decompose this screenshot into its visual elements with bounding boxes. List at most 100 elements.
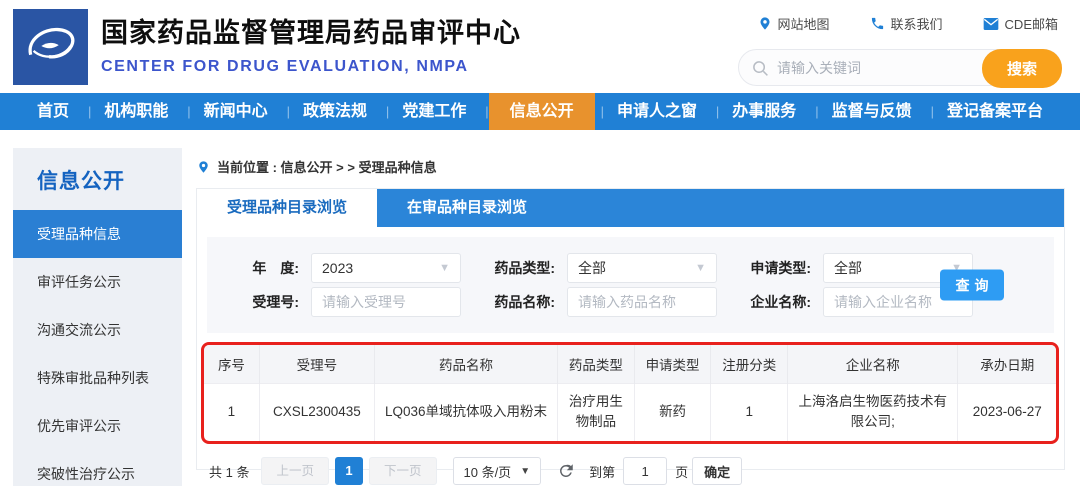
sidebar-item-special-approval-list[interactable]: 特殊审批品种列表	[13, 354, 182, 402]
refresh-icon	[560, 464, 573, 477]
goto-confirm-button[interactable]: 确定	[692, 457, 743, 485]
filter-panel: 年 度: 2023 ▼ 药品类型: 全部 ▼ 申请类型: 全部 ▼ 受理号: 请…	[207, 237, 1054, 333]
filter-application-type: 申请类型: 全部 ▼	[731, 253, 973, 283]
nav-label[interactable]: 政策法规	[290, 93, 380, 130]
nav-label[interactable]: 党建工作	[389, 93, 479, 130]
table-header-cell: 注册分类	[710, 345, 789, 383]
goto-page-input[interactable]	[623, 457, 668, 485]
search-input[interactable]	[777, 50, 972, 85]
chevron-down-icon: ▼	[439, 262, 450, 274]
nav-label[interactable]: 办事服务	[719, 93, 809, 130]
mailbox-link-label: CDE邮箱	[1004, 17, 1058, 32]
nav-item-home[interactable]: 首页	[24, 93, 82, 130]
nav-item-supervision-feedback[interactable]: 监督与反馈	[815, 93, 924, 130]
sidebar-item-communication[interactable]: 沟通交流公示	[13, 306, 182, 354]
filter-year: 年 度: 2023 ▼	[219, 253, 461, 283]
page-number-button[interactable]: 1	[334, 457, 363, 485]
acceptance-no-input[interactable]	[312, 288, 460, 316]
company-name-label: 企业名称:	[750, 294, 811, 310]
nav-item-services[interactable]: 办事服务	[716, 93, 809, 130]
drug-type-select-value: 全部	[578, 260, 606, 276]
year-label: 年 度:	[252, 260, 299, 276]
results-table: 序号 受理号 药品名称 药品类型 申请类型 注册分类 企业名称 承办日期 1 C…	[204, 345, 1056, 441]
nav-label[interactable]: 新闻中心	[191, 93, 281, 130]
cell-company: 上海洛启生物医药技术有限公司;	[787, 382, 959, 441]
drug-name-label: 药品名称:	[494, 294, 555, 310]
nav-label[interactable]: 首页	[24, 93, 82, 130]
envelope-icon	[983, 17, 998, 30]
breadcrumb: 当前位置 : 信息公开 > > 受理品种信息	[197, 157, 437, 176]
table-header-cell: 承办日期	[957, 345, 1056, 383]
filter-row-1: 年 度: 2023 ▼ 药品类型: 全部 ▼ 申请类型: 全部 ▼	[219, 253, 1054, 283]
table-header-cell: 药品名称	[374, 345, 559, 383]
sitemap-link-label: 网站地图	[777, 17, 830, 32]
cell-seq: 1	[204, 382, 260, 441]
drug-name-box	[567, 287, 717, 317]
drug-name-input[interactable]	[568, 288, 716, 316]
cell-date: 2023-06-27	[957, 382, 1056, 441]
search-icon	[753, 61, 768, 76]
content-panel: 受理品种目录浏览 在审品种目录浏览 年 度: 2023 ▼ 药品类型: 全部 ▼	[196, 188, 1065, 485]
location-pin-icon	[759, 17, 770, 30]
site-search: 搜索	[738, 49, 1062, 88]
breadcrumb-text: 当前位置 : 信息公开 > > 受理品种信息	[217, 160, 437, 175]
drug-type-label: 药品类型:	[494, 260, 555, 276]
site-subtitle: CENTER FOR DRUG EVALUATION, NMPA	[101, 58, 469, 75]
sidebar-item-accepted-varieties[interactable]: 受理品种信息	[13, 210, 182, 258]
cell-drug-type: 治疗用生物制品	[557, 382, 635, 441]
drug-type-select[interactable]: 全部 ▼	[567, 253, 717, 283]
table-header-cell: 受理号	[259, 345, 375, 383]
next-page-button[interactable]: 下一页	[368, 457, 437, 485]
results-table-highlight: 序号 受理号 药品名称 药品类型 申请类型 注册分类 企业名称 承办日期 1 C…	[201, 342, 1059, 444]
chevron-down-icon: ▼	[695, 262, 706, 274]
year-select-value: 2023	[322, 260, 354, 276]
cell-drug-name: LQ036单域抗体吸入用粉末	[374, 382, 559, 441]
filter-drug-type: 药品类型: 全部 ▼	[475, 253, 717, 283]
page-size-select[interactable]: 10 条/页 ▼	[452, 457, 542, 485]
nav-item-applicant-window[interactable]: 申请人之窗	[601, 93, 710, 130]
cell-acceptance-no: CXSL2300435	[259, 382, 375, 441]
quick-links: 网站地图 联系我们 CDE邮箱	[758, 14, 1058, 33]
tab-under-review-catalog[interactable]: 在审品种目录浏览	[377, 189, 557, 227]
nav-label[interactable]: 登记备案平台	[934, 93, 1056, 130]
sidebar-item-priority-review[interactable]: 优先审评公示	[13, 402, 182, 450]
sitemap-link[interactable]: 网站地图	[758, 14, 830, 33]
cell-application-type: 新药	[634, 382, 712, 441]
nav-item-organization[interactable]: 机构职能	[88, 93, 181, 130]
main-nav: 首页 机构职能 新闻中心 政策法规 党建工作 信息公开 申请人之窗 办事服务 监…	[0, 93, 1080, 130]
nav-label[interactable]: 申请人之窗	[604, 93, 710, 130]
contact-link-label: 联系我们	[890, 17, 943, 32]
nav-item-registration-platform[interactable]: 登记备案平台	[931, 93, 1056, 130]
table-row[interactable]: 1 CXSL2300435 LQ036单域抗体吸入用粉末 治疗用生物制品 新药 …	[204, 382, 1056, 441]
nav-label-active[interactable]: 信息公开	[488, 93, 595, 130]
table-header-row: 序号 受理号 药品名称 药品类型 申请类型 注册分类 企业名称 承办日期	[204, 345, 1056, 383]
table-header-cell: 药品类型	[557, 345, 635, 383]
goto-page-label: 到第	[589, 464, 616, 480]
nav-label[interactable]: 监督与反馈	[819, 93, 925, 130]
cde-website: 国家药品监督管理局药品审评中心 CENTER FOR DRUG EVALUATI…	[0, 0, 1080, 486]
site-title: 国家药品监督管理局药品审评中心	[101, 18, 521, 48]
site-logo	[13, 9, 88, 85]
prev-page-button[interactable]: 上一页	[261, 457, 329, 485]
mailbox-link[interactable]: CDE邮箱	[983, 14, 1058, 33]
tabbar: 受理品种目录浏览 在审品种目录浏览	[197, 189, 1064, 227]
nav-label[interactable]: 机构职能	[91, 93, 181, 130]
nav-item-info-disclosure[interactable]: 信息公开	[485, 93, 595, 130]
nav-item-news[interactable]: 新闻中心	[187, 93, 280, 130]
brand-block: 国家药品监督管理局药品审评中心 CENTER FOR DRUG EVALUATI…	[101, 11, 521, 76]
search-button[interactable]: 搜索	[982, 49, 1062, 88]
nav-item-policies[interactable]: 政策法规	[287, 93, 380, 130]
refresh-button[interactable]	[557, 462, 575, 480]
sidebar-item-review-tasks[interactable]: 审评任务公示	[13, 258, 182, 306]
year-select[interactable]: 2023 ▼	[311, 253, 461, 283]
application-type-select-value: 全部	[834, 260, 862, 276]
query-button[interactable]: 查询	[940, 269, 1004, 301]
table-header-cell: 申请类型	[634, 345, 712, 383]
tab-accepted-catalog[interactable]: 受理品种目录浏览	[197, 189, 378, 227]
nav-item-party-building[interactable]: 党建工作	[386, 93, 479, 130]
contact-link[interactable]: 联系我们	[870, 14, 943, 33]
phone-icon	[871, 17, 883, 30]
sidebar-item-breakthrough-therapy[interactable]: 突破性治疗公示	[13, 450, 182, 486]
filter-drug-name: 药品名称:	[475, 287, 717, 317]
acceptance-no-label: 受理号:	[252, 294, 299, 310]
